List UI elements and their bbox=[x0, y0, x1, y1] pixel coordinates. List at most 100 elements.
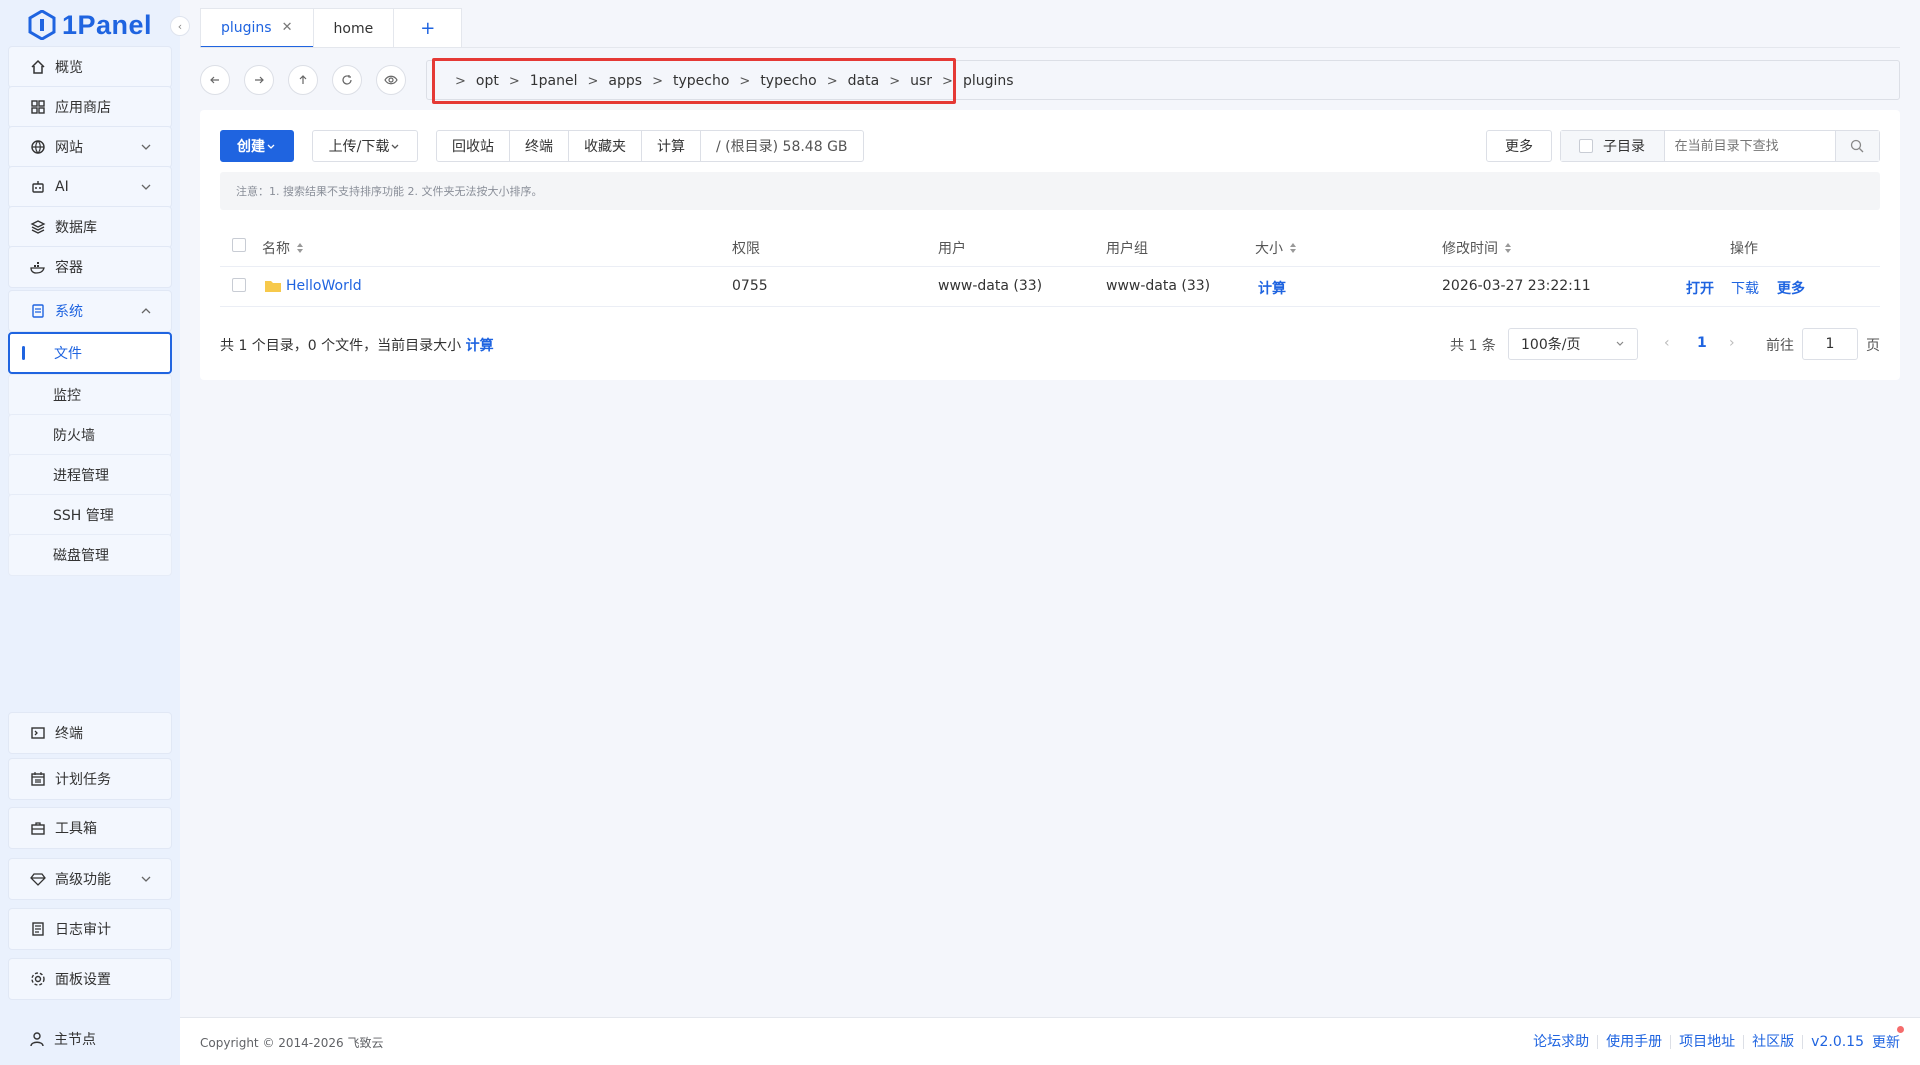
sort-icon[interactable] bbox=[1504, 242, 1512, 254]
sidebar-item-appstore[interactable]: 应用商店 bbox=[8, 86, 172, 128]
close-icon[interactable]: ✕ bbox=[282, 20, 293, 35]
refresh-button[interactable] bbox=[332, 65, 362, 95]
tabs-divider bbox=[200, 47, 1900, 48]
collapse-sidebar-button[interactable]: ‹ bbox=[170, 16, 190, 36]
breadcrumb-item[interactable]: 1panel bbox=[530, 73, 578, 89]
up-button[interactable] bbox=[288, 65, 318, 95]
calculate-button[interactable]: 计算 bbox=[642, 131, 701, 161]
sidebar-sub-monitor[interactable]: 监控 bbox=[8, 374, 172, 416]
breadcrumb-item[interactable]: typecho bbox=[760, 73, 816, 89]
sidebar-item-terminal[interactable]: 终端 bbox=[8, 712, 172, 754]
file-name-link[interactable]: HelloWorld bbox=[286, 278, 362, 294]
page-jump-input[interactable]: 1 bbox=[1802, 328, 1858, 360]
sort-icon[interactable] bbox=[296, 242, 304, 254]
breadcrumb-item[interactable]: data bbox=[848, 73, 880, 89]
col-name-label: 名称 bbox=[262, 241, 290, 257]
sidebar-item-ai[interactable]: AI bbox=[8, 166, 172, 208]
search-input[interactable] bbox=[1664, 131, 1835, 161]
breadcrumb-item[interactable]: apps bbox=[608, 73, 642, 89]
col-mtime-label: 修改时间 bbox=[1442, 241, 1498, 257]
chevron-down-icon bbox=[141, 184, 151, 190]
upload-download-button[interactable]: 上传/下载 bbox=[312, 130, 418, 162]
col-size-label: 大小 bbox=[1255, 241, 1283, 257]
row-checkbox[interactable] bbox=[232, 278, 246, 292]
recycle-bin-button[interactable]: 回收站 bbox=[437, 131, 510, 161]
col-ops-label: 操作 bbox=[1730, 241, 1758, 257]
sidebar-item-website[interactable]: 网站 bbox=[8, 126, 172, 168]
sidebar-sub-label: 文件 bbox=[54, 346, 82, 362]
terminal-button[interactable]: 终端 bbox=[510, 131, 569, 161]
summary-calc-link[interactable]: 计算 bbox=[466, 338, 494, 354]
table-divider bbox=[220, 266, 1880, 267]
row-size-calc-link[interactable]: 计算 bbox=[1258, 278, 1286, 298]
open-link[interactable]: 打开 bbox=[1686, 278, 1714, 298]
col-name[interactable]: 名称 bbox=[262, 238, 304, 258]
sidebar-sub-files[interactable]: 文件 bbox=[8, 332, 172, 374]
view-hidden-button[interactable] bbox=[376, 65, 406, 95]
sidebar-item-label: 系统 bbox=[55, 304, 83, 320]
breadcrumb-item[interactable]: opt bbox=[476, 73, 499, 89]
col-group-label: 用户组 bbox=[1106, 241, 1148, 257]
page-number-current[interactable]: 1 bbox=[1697, 335, 1707, 351]
forum-link[interactable]: 论坛求助 bbox=[1525, 1035, 1599, 1049]
checkbox[interactable] bbox=[232, 238, 246, 252]
breadcrumb-item[interactable]: usr bbox=[910, 73, 932, 89]
create-label: 创建 bbox=[237, 139, 265, 155]
forward-button[interactable] bbox=[244, 65, 274, 95]
subdir-checkbox[interactable]: 子目录 bbox=[1561, 131, 1665, 161]
sidebar-sub-label: 磁盘管理 bbox=[53, 548, 109, 564]
create-button[interactable]: 创建 bbox=[220, 130, 294, 162]
sidebar-item-database[interactable]: 数据库 bbox=[8, 206, 172, 248]
download-link[interactable]: 下载 bbox=[1731, 278, 1759, 298]
breadcrumb-item[interactable]: plugins bbox=[963, 73, 1014, 89]
node-label: 主节点 bbox=[54, 1032, 96, 1048]
breadcrumb-item[interactable]: typecho bbox=[673, 73, 729, 89]
row-name[interactable]: HelloWorld bbox=[264, 278, 362, 294]
next-page-button[interactable]: › bbox=[1729, 335, 1735, 351]
folder-icon bbox=[265, 281, 281, 292]
col-mtime[interactable]: 修改时间 bbox=[1442, 238, 1512, 258]
page-size-select[interactable]: 100条/页 bbox=[1508, 328, 1638, 360]
sidebar-sub-disk[interactable]: 磁盘管理 bbox=[8, 534, 172, 576]
sort-icon[interactable] bbox=[1289, 242, 1297, 254]
sidebar-item-cron[interactable]: 计划任务 bbox=[8, 758, 172, 800]
sidebar-item-container[interactable]: 容器 bbox=[8, 246, 172, 288]
sidebar-item-overview[interactable]: 概览 bbox=[8, 46, 172, 88]
back-button[interactable] bbox=[200, 65, 230, 95]
prev-page-button[interactable]: ‹ bbox=[1664, 335, 1670, 351]
sidebar-item-system[interactable]: 系统 bbox=[8, 290, 172, 332]
disk-usage-button[interactable]: / (根目录) 58.48 GB bbox=[701, 131, 863, 161]
sidebar-item-advanced[interactable]: 高级功能 bbox=[8, 858, 172, 900]
update-link[interactable]: 更新 bbox=[1872, 1026, 1904, 1052]
sidebar-item-toolbox[interactable]: 工具箱 bbox=[8, 807, 172, 849]
add-tab-button[interactable]: + bbox=[393, 8, 463, 48]
tab-home[interactable]: home bbox=[312, 8, 395, 48]
layers-icon bbox=[29, 218, 47, 236]
search-button[interactable] bbox=[1834, 131, 1879, 161]
sidebar-node[interactable]: 主节点 bbox=[8, 1018, 172, 1060]
col-perm: 权限 bbox=[732, 238, 760, 258]
home-icon bbox=[29, 58, 47, 76]
sidebar-item-settings[interactable]: 面板设置 bbox=[8, 958, 172, 1000]
favorites-button[interactable]: 收藏夹 bbox=[569, 131, 642, 161]
sidebar-sub-ssh[interactable]: SSH 管理 bbox=[8, 494, 172, 536]
checkbox[interactable] bbox=[1579, 139, 1593, 153]
tab-plugins[interactable]: plugins ✕ bbox=[200, 8, 314, 48]
project-link[interactable]: 项目地址 bbox=[1671, 1035, 1745, 1049]
copyright: Copyright © 2014-2026 飞致云 bbox=[200, 1036, 384, 1050]
more-button[interactable]: 更多 bbox=[1486, 130, 1552, 162]
row-more-link[interactable]: 更多 bbox=[1777, 278, 1805, 298]
checkbox[interactable] bbox=[232, 278, 246, 292]
globe-icon bbox=[29, 138, 47, 156]
edition-link[interactable]: 社区版 bbox=[1744, 1035, 1804, 1049]
col-size[interactable]: 大小 bbox=[1255, 238, 1297, 258]
logo-text: 1Panel bbox=[62, 9, 153, 40]
sidebar-item-logs[interactable]: 日志审计 bbox=[8, 908, 172, 950]
sidebar-sub-process[interactable]: 进程管理 bbox=[8, 454, 172, 496]
breadcrumb-separator: > bbox=[889, 73, 901, 89]
manual-link[interactable]: 使用手册 bbox=[1598, 1035, 1672, 1049]
sidebar-sub-label: SSH 管理 bbox=[53, 508, 114, 524]
app-logo[interactable]: 1Panel bbox=[28, 8, 152, 42]
select-all-checkbox[interactable] bbox=[232, 238, 246, 252]
sidebar-sub-firewall[interactable]: 防火墙 bbox=[8, 414, 172, 456]
